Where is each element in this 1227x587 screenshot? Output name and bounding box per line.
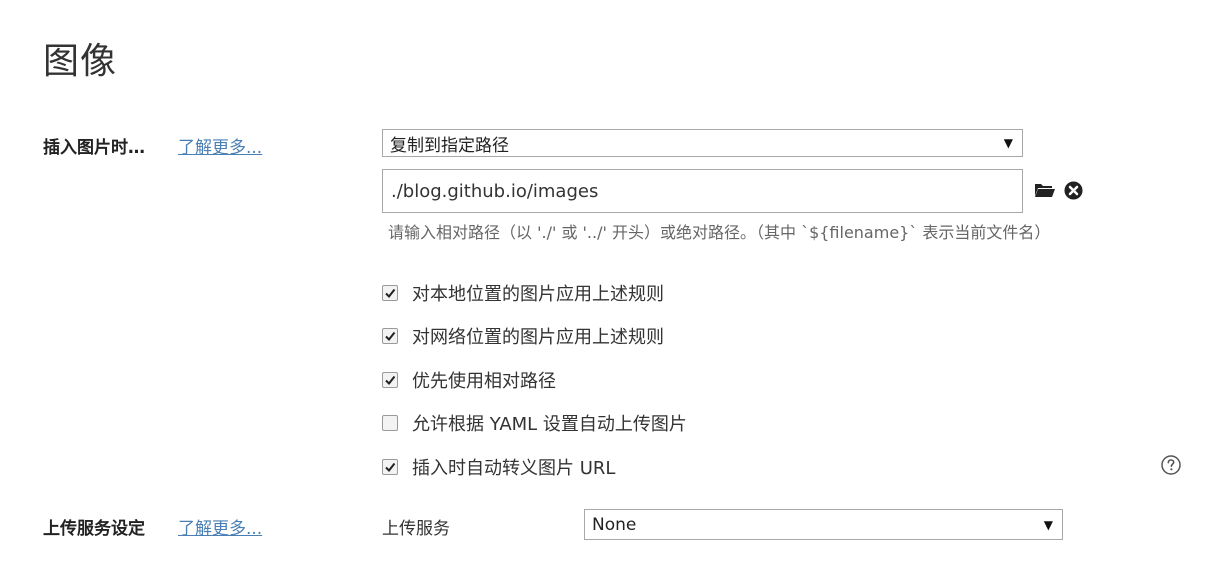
checkmark-icon — [385, 288, 396, 299]
option-escape-image-url[interactable]: 插入时自动转义图片 URL — [382, 454, 615, 480]
insert-image-learn-more-link[interactable]: 了解更多... — [178, 133, 262, 158]
upload-service-select-value: None — [592, 514, 637, 535]
option-yaml-auto-upload[interactable]: 允许根据 YAML 设置自动上传图片 — [382, 410, 687, 436]
option-label: 优先使用相对路径 — [412, 371, 556, 392]
option-prefer-relative-path[interactable]: 优先使用相对路径 — [382, 367, 556, 393]
option-apply-network-images[interactable]: 对网络位置的图片应用上述规则 — [382, 323, 664, 349]
checkbox[interactable] — [382, 415, 398, 431]
insert-action-select-value: 复制到指定路径 — [390, 135, 509, 156]
chevron-down-icon: ▼ — [1003, 136, 1013, 150]
upload-service-label: 上传服务 — [382, 519, 450, 539]
option-label: 对网络位置的图片应用上述规则 — [412, 327, 664, 348]
checkbox[interactable] — [382, 328, 398, 344]
checkbox[interactable] — [382, 459, 398, 475]
option-label: 插入时自动转义图片 URL — [412, 458, 616, 479]
insert-image-label: 插入图片时… — [43, 138, 145, 158]
upload-settings-label: 上传服务设定 — [43, 519, 145, 539]
folder-icon[interactable] — [1034, 182, 1055, 198]
insert-action-select[interactable]: 复制到指定路径 ▼ — [382, 129, 1023, 157]
option-label: 对本地位置的图片应用上述规则 — [412, 284, 664, 305]
upload-learn-more-link[interactable]: 了解更多... — [178, 514, 262, 539]
checkbox[interactable] — [382, 372, 398, 388]
close-circle-icon[interactable] — [1064, 181, 1083, 200]
upload-service-select[interactable]: None ▼ — [584, 509, 1063, 540]
checkmark-icon — [385, 462, 396, 473]
path-hint-text: 请输入相对路径（以 './' 或 '../' 开头）或绝对路径。（其中 `${f… — [388, 223, 1051, 242]
option-label: 允许根据 YAML 设置自动上传图片 — [412, 414, 687, 435]
checkmark-icon — [385, 331, 396, 342]
checkbox[interactable] — [382, 285, 398, 301]
page-title: 图像 — [43, 41, 118, 82]
image-path-value: ./blog.github.io/images — [391, 180, 599, 202]
chevron-down-icon: ▼ — [1043, 517, 1053, 532]
help-circle-icon[interactable] — [1161, 455, 1181, 475]
image-path-input[interactable]: ./blog.github.io/images — [382, 169, 1023, 213]
checkmark-icon — [385, 375, 396, 386]
option-apply-local-images[interactable]: 对本地位置的图片应用上述规则 — [382, 280, 664, 306]
